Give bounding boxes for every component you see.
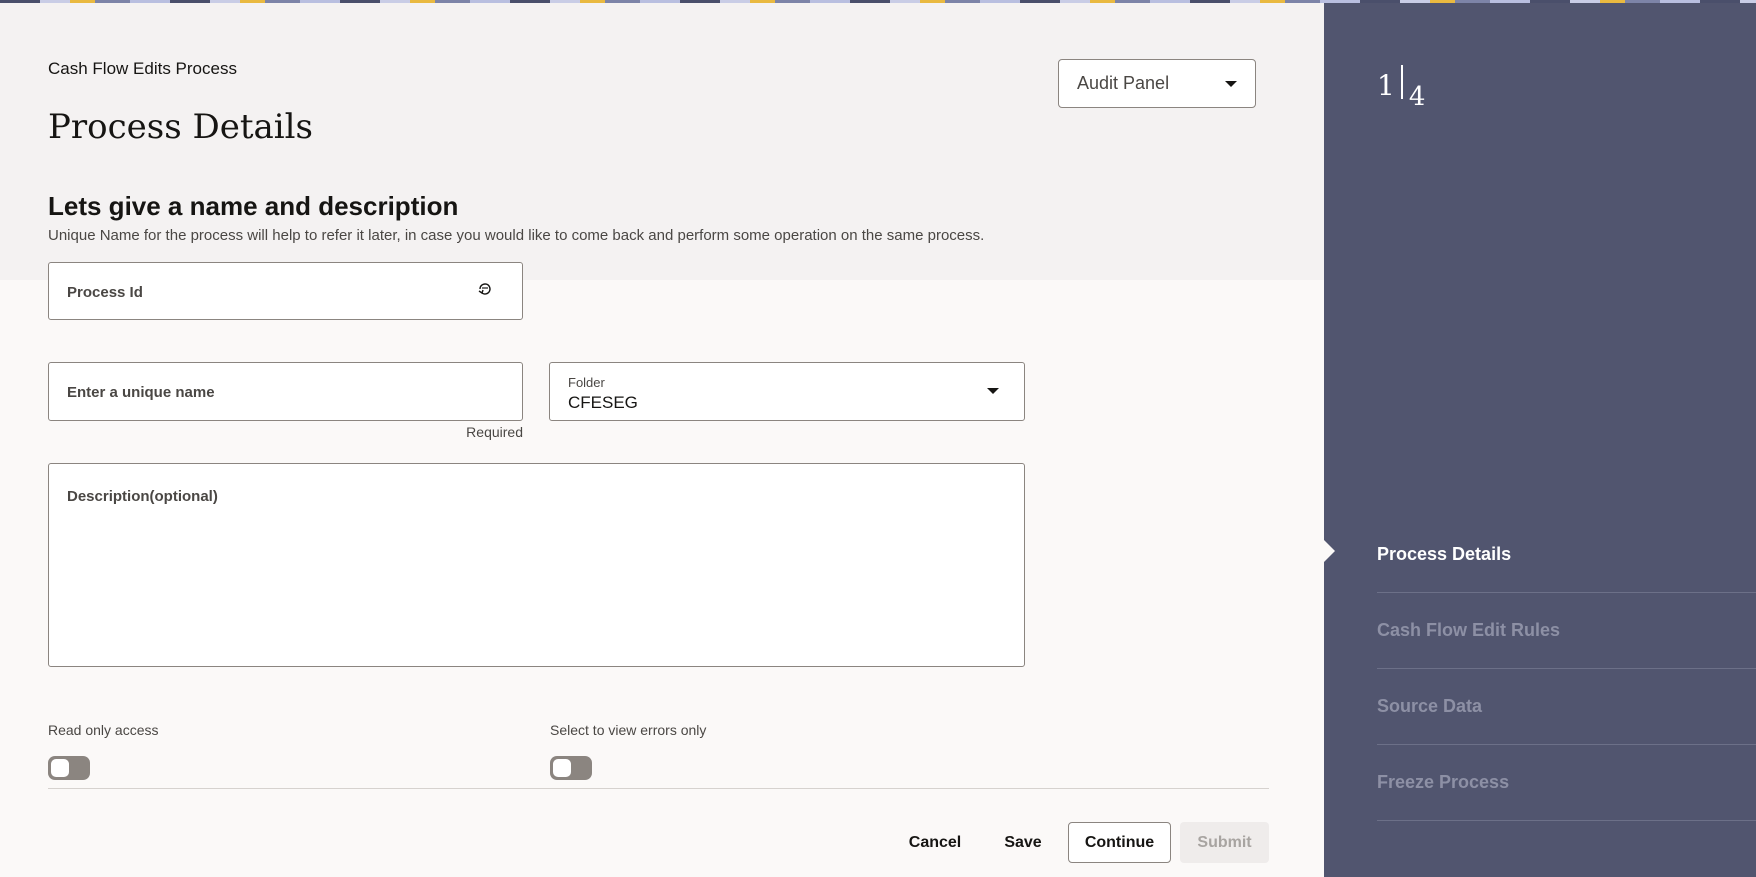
page-title: Process Details — [48, 107, 313, 147]
divider — [48, 788, 1269, 789]
save-button[interactable]: Save — [984, 822, 1062, 863]
current-step: 1 — [1377, 69, 1395, 102]
audit-panel-dropdown[interactable]: Audit Panel — [1058, 59, 1256, 108]
chevron-down-icon — [1225, 80, 1237, 87]
read-only-toggle[interactable] — [48, 756, 90, 780]
unique-name-placeholder: Enter a unique name — [67, 384, 215, 401]
section-subtitle: Unique Name for the process will help to… — [48, 227, 985, 244]
step-process-details[interactable]: Process Details — [1377, 517, 1756, 593]
active-step-pointer-icon — [1324, 540, 1335, 562]
description-textarea[interactable]: Description(optional) — [48, 463, 1025, 667]
step-counter: 14 — [1377, 65, 1425, 112]
step-label: Process Details — [1377, 544, 1512, 564]
step-label: Source Data — [1377, 696, 1483, 716]
toggle-knob — [51, 759, 69, 777]
folder-value: CFESEG — [568, 393, 638, 412]
toggle-knob — [553, 759, 571, 777]
folder-label: Folder — [568, 375, 605, 390]
step-freeze-process[interactable]: Freeze Process — [1377, 745, 1756, 821]
total-steps: 4 — [1408, 82, 1426, 112]
breadcrumb: Cash Flow Edits Process — [48, 59, 237, 78]
refresh-icon[interactable] — [476, 281, 494, 299]
main-content: Cash Flow Edits Process Process Details … — [0, 3, 1324, 877]
step-cash-flow-edit-rules[interactable]: Cash Flow Edit Rules — [1377, 593, 1756, 669]
submit-button[interactable]: Submit — [1180, 822, 1269, 863]
continue-button[interactable]: Continue — [1068, 822, 1171, 863]
errors-only-label: Select to view errors only — [550, 722, 707, 738]
step-source-data[interactable]: Source Data — [1377, 669, 1756, 745]
step-divider — [1400, 65, 1403, 99]
description-placeholder: Description(optional) — [67, 488, 218, 505]
audit-panel-label: Audit Panel — [1077, 73, 1170, 93]
section-title: Lets give a name and description — [48, 191, 459, 221]
cancel-button[interactable]: Cancel — [896, 822, 974, 863]
process-id-placeholder: Process Id — [67, 284, 143, 301]
read-only-label: Read only access — [48, 722, 159, 738]
chevron-down-icon — [987, 388, 999, 394]
folder-select[interactable]: Folder CFESEG — [549, 362, 1025, 421]
unique-name-field[interactable]: Enter a unique name — [48, 362, 523, 421]
step-label: Cash Flow Edit Rules — [1377, 620, 1561, 640]
errors-only-toggle[interactable] — [550, 756, 592, 780]
required-hint: Required — [466, 424, 523, 440]
refresh-icon-glyph — [478, 283, 491, 295]
process-id-field[interactable]: Process Id — [48, 262, 523, 320]
step-label: Freeze Process — [1377, 772, 1510, 792]
train-stop-rail: 14 Process Details Cash Flow Edit Rules … — [1324, 3, 1756, 877]
